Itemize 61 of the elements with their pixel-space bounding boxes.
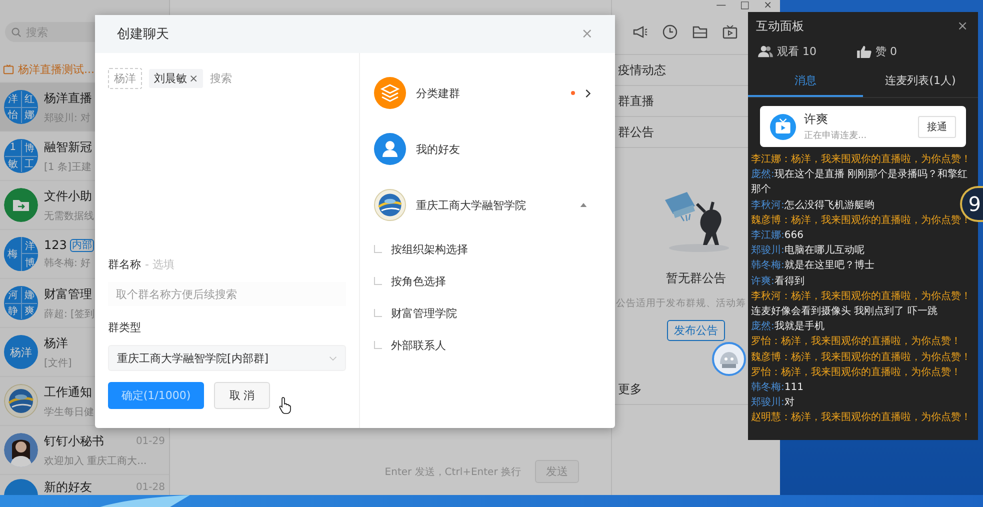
- text-avatar: 杨洋: [4, 335, 38, 369]
- chat-title: 融智新冠: [44, 138, 92, 156]
- chat-preview: 无需数据线: [44, 210, 94, 222]
- requester-name: 许爽: [804, 111, 829, 128]
- notice-description: 公告适用于发布群规、活动筹: [615, 297, 746, 310]
- window-control[interactable]: —: [716, 0, 726, 12]
- source-subitem[interactable]: 按角色选择: [391, 274, 446, 288]
- chat-title: 123: [44, 238, 67, 252]
- like-message: 魏彦博：杨洋，我来围观你的直播啦，为你点赞！: [751, 350, 972, 365]
- like-message: 罗怡：杨洋，我来围观你的直播啦，为你点赞！: [751, 334, 962, 350]
- chat-message: 许爽:看得到: [751, 274, 806, 289]
- chat-preview: 薛超: [签到: [44, 308, 94, 320]
- window-control[interactable]: □: [740, 0, 750, 12]
- chat-title: 财富管理: [44, 286, 92, 302]
- source-item[interactable]: 重庆工商大学融智学院: [374, 177, 597, 233]
- like-message: 李江娜：杨洋，我来围观你的直播啦，为你点赞！: [751, 152, 972, 167]
- chat-title: 新的好友: [44, 479, 92, 495]
- source-item[interactable]: 我的好友: [374, 121, 597, 177]
- internal-tag: 内部: [70, 238, 94, 252]
- chat-message: 庞然:现在这个是直播 刚刚那个是录播吗？和擎红那个: [751, 168, 969, 198]
- viewer-count: 观看 10: [777, 44, 816, 59]
- chat-time: 01-28: [136, 482, 165, 493]
- field-label: 群名称: [108, 257, 141, 272]
- accept-button[interactable]: 接通: [918, 116, 956, 138]
- send-hint: Enter 发送，Ctrl+Enter 换行: [384, 466, 521, 478]
- like-message: 李秋河：杨洋，我来围观你的直播啦，为你点赞！: [751, 290, 972, 304]
- close-button[interactable]: ×: [957, 18, 968, 34]
- source-subitem[interactable]: 按组织架构选择: [391, 242, 468, 256]
- source-subitem[interactable]: 外部联系人: [391, 338, 446, 352]
- chat-preview: 学生每日健: [44, 406, 94, 418]
- member-chip[interactable]: 刘晨敏 ×: [149, 69, 204, 88]
- window-control[interactable]: ×: [764, 0, 772, 12]
- request-status: 正在申请连麦...: [804, 130, 868, 142]
- panel-title: 互动面板: [756, 18, 804, 34]
- like-message: 赵明慧：杨洋，我来围观你的直播啦，为你点赞！: [751, 410, 972, 426]
- chat-message: 庞然:我就是手机: [751, 320, 826, 334]
- chat-message: 郑骏川:电脑在哪儿互动呢: [751, 244, 866, 258]
- like-count: 赞 0: [876, 44, 897, 59]
- member-chip: 杨洋: [108, 68, 142, 89]
- chat-title: 文件小助: [44, 188, 92, 204]
- group-type-select[interactable]: 重庆工商大学融智学院[内部群]: [108, 345, 346, 371]
- chat-preview: 韩冬梅: 好: [44, 256, 91, 270]
- chat-title: 钉钉小秘书: [44, 432, 104, 450]
- chat-preview: [1 条]王建: [44, 160, 92, 174]
- cancel-button[interactable]: 取 消: [214, 382, 270, 409]
- source-subitem[interactable]: 财富管理学院: [391, 306, 457, 320]
- notice-empty-title: 暂无群公告: [666, 270, 726, 287]
- chat-message: 连麦好像会看到摄像头 我刚点到了 吓一跳: [751, 304, 938, 320]
- chat-title: 杨洋: [44, 334, 68, 352]
- chat-preview: [文件]: [44, 356, 72, 370]
- chat-time: 01-29: [136, 436, 165, 446]
- chat-message: 韩冬梅:就是在这里吧？博士: [751, 258, 876, 274]
- group-avatar: 洋 红 怡 娜: [4, 90, 38, 124]
- chat-message: 李江娜:666: [751, 228, 804, 244]
- chat-title: 工作通知: [44, 384, 92, 400]
- panel-tab[interactable]: 消息: [748, 67, 863, 97]
- chat-message: 李秋河:怎么没得飞机游艇哟: [751, 198, 876, 213]
- source-item[interactable]: 分类建群: [374, 65, 597, 121]
- panel-tab[interactable]: 连麦列表(1人): [863, 67, 978, 97]
- chat-title: 杨洋直播: [44, 90, 92, 106]
- chat-preview: 欢迎加入 重庆工商大...: [44, 454, 147, 468]
